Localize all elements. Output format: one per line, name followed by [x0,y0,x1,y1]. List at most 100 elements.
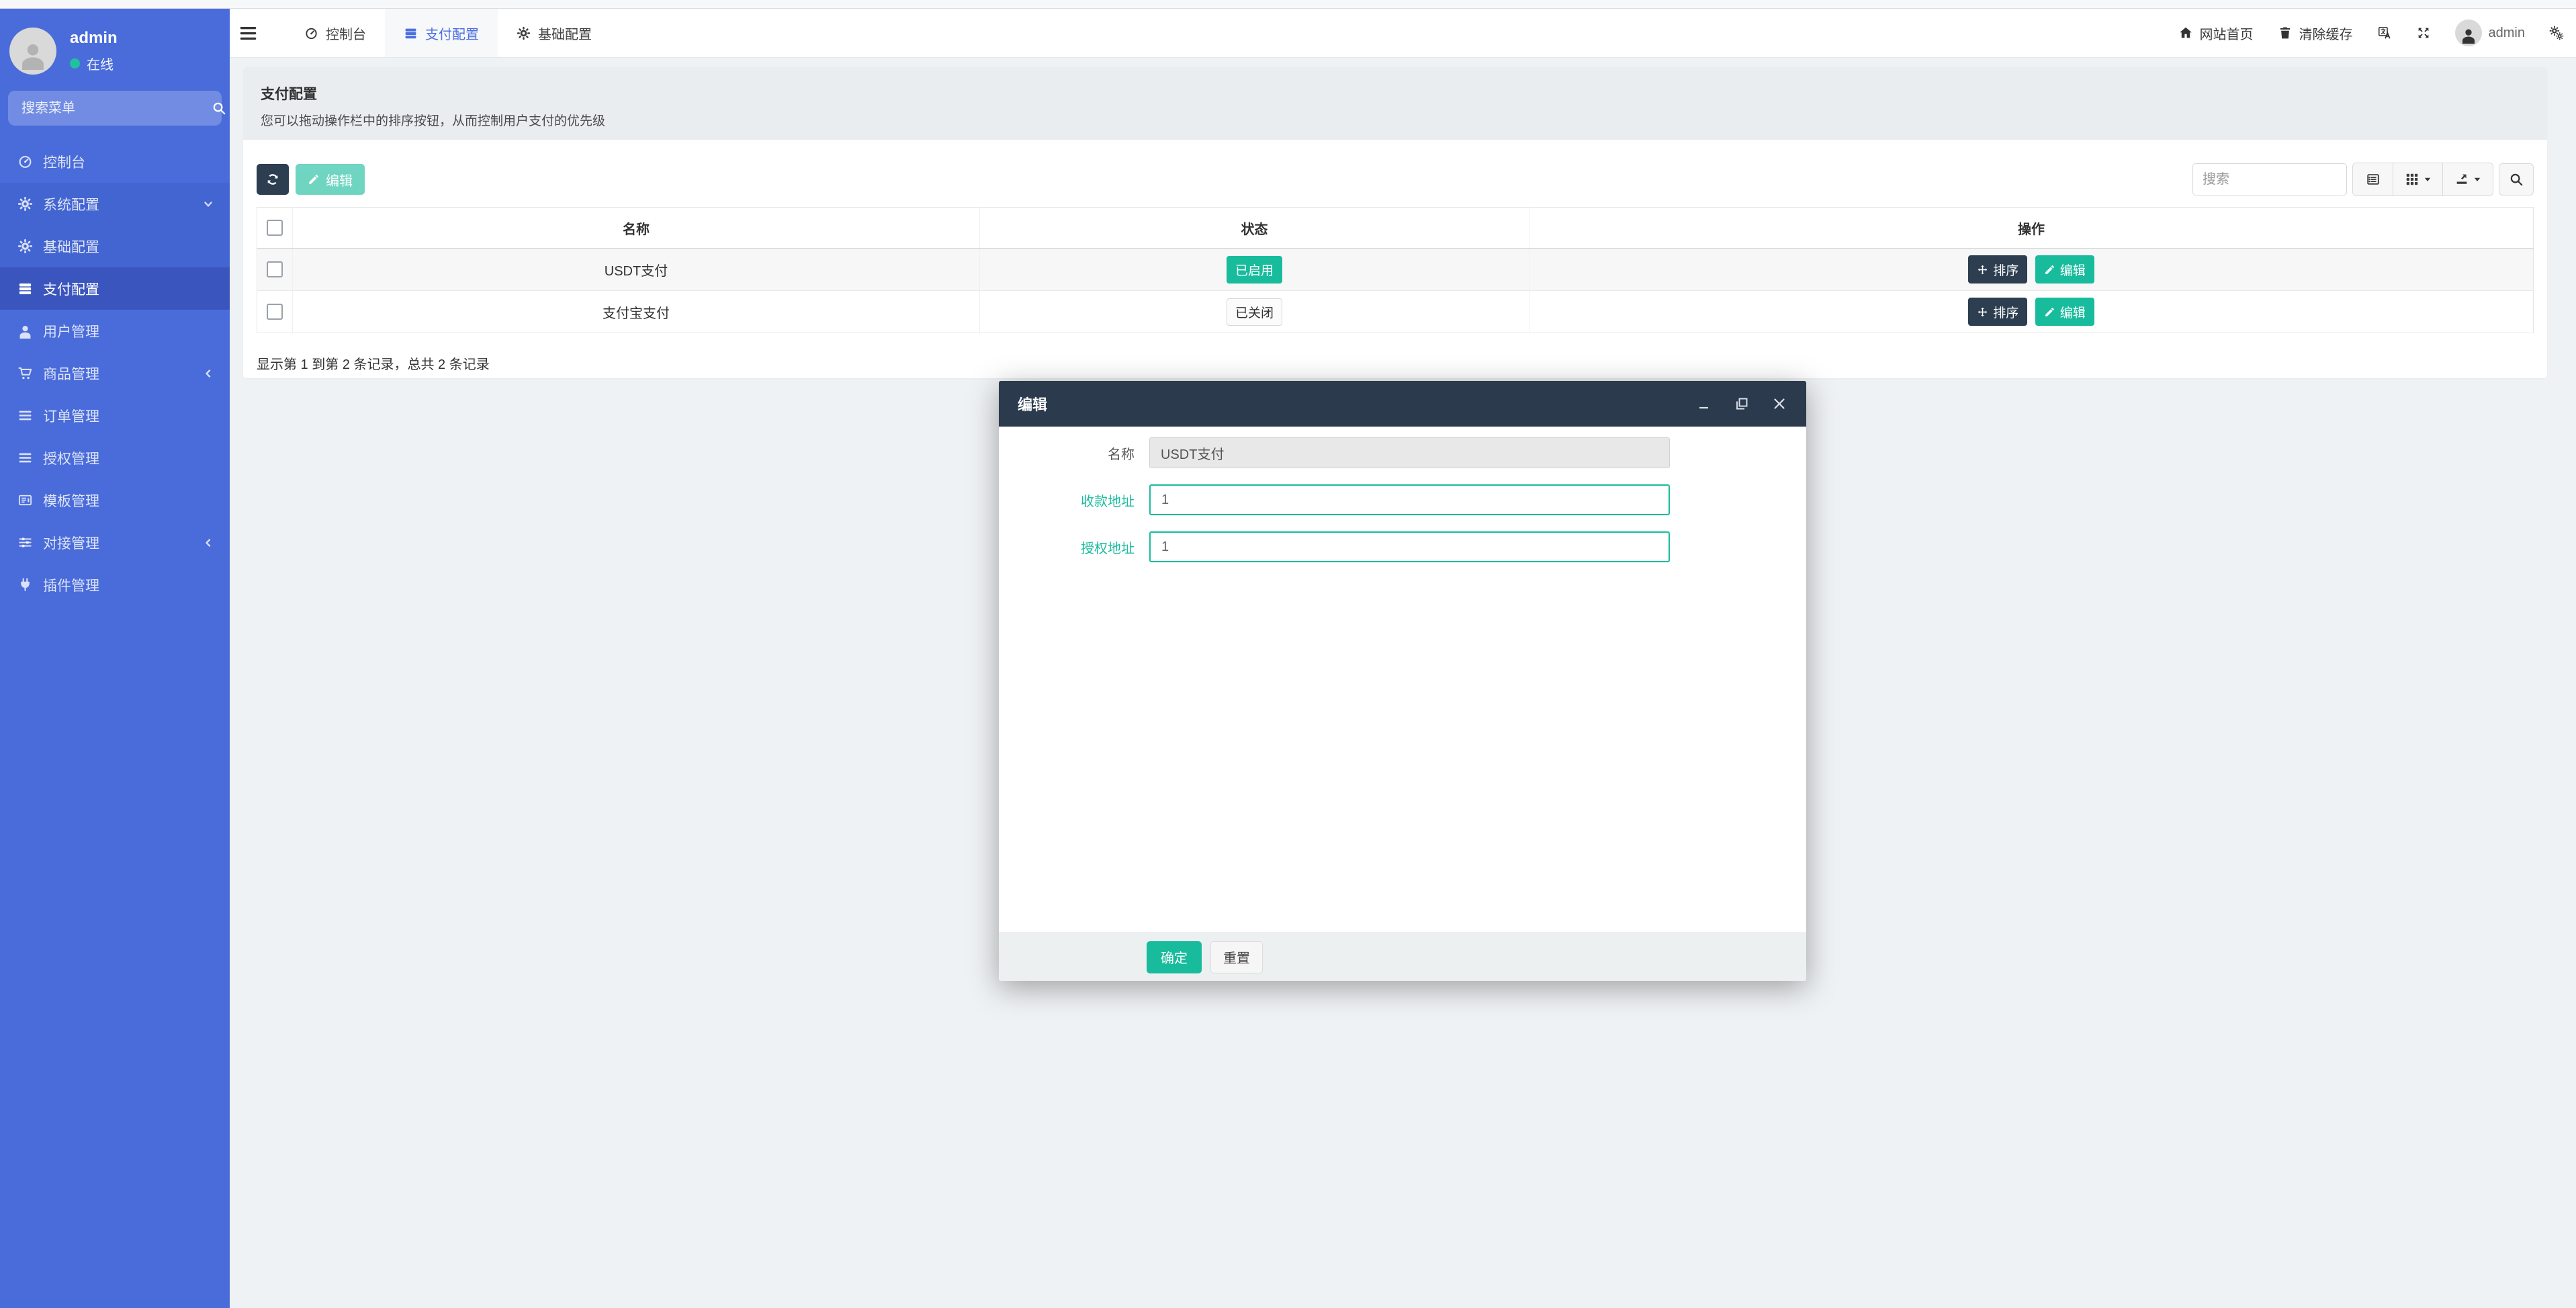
sidebar-item-auth-mgmt[interactable]: 授权管理 [0,437,230,479]
page-description: 您可以拖动操作栏中的排序按钮，从而控制用户支付的优先级 [261,114,606,128]
pencil-icon [2044,306,2055,318]
user-icon [17,323,33,339]
site-home-link[interactable]: 网站首页 [2178,24,2254,43]
search-icon[interactable] [212,101,226,116]
table-toolbar: 编辑 [257,163,2534,196]
dialog-body: 名称 收款地址 授权地址 [999,427,1806,562]
user-name: admin [70,28,118,47]
gear-icon [17,238,33,254]
search-icon [2509,172,2524,187]
table-tools [2192,163,2534,196]
status-badge-enabled[interactable]: 已启用 [1226,255,1282,284]
tab-console[interactable]: 控制台 [285,9,385,57]
sidebar-item-template-mgmt[interactable]: 模板管理 [0,479,230,521]
dialog-title: 编辑 [1018,396,1048,413]
sidebar-item-plugin-mgmt[interactable]: 插件管理 [0,564,230,606]
topbar: 控制台 支付配置 基础配置 网站首页 清除缓存 admin [230,9,2576,58]
sidebar-item-user-mgmt[interactable]: 用户管理 [0,310,230,352]
sidebar-toggle-button[interactable] [230,9,267,57]
sidebar-item-order-mgmt[interactable]: 订单管理 [0,394,230,437]
confirm-button[interactable]: 确定 [1147,941,1202,973]
receive-address-field[interactable] [1149,484,1670,515]
settings-menu-button[interactable] [2549,26,2564,40]
list-icon [17,408,33,423]
cell-name: 支付宝支付 [292,290,980,333]
dialog-header[interactable]: 编辑 [999,381,1806,427]
sort-button[interactable]: 排序 [1968,298,2028,326]
fullscreen-icon [2416,26,2431,40]
list-alt-icon [2366,172,2381,187]
export-icon [2454,172,2469,187]
detail-view-button[interactable] [2353,163,2393,195]
table-header-row: 名称 状态 操作 [257,207,2534,249]
name-field-label: 名称 [1108,447,1135,462]
user-avatar[interactable] [9,28,56,75]
window-top-strip [0,0,2576,9]
caret-down-icon [2473,175,2481,183]
table-search-input[interactable] [2192,163,2347,195]
reset-button[interactable]: 重置 [1210,941,1263,973]
status-badge-disabled[interactable]: 已关闭 [1226,298,1282,326]
sidebar-item-basic-config[interactable]: 基础配置 [0,225,230,267]
record-summary: 显示第 1 到第 2 条记录，总共 2 条记录 [257,357,490,372]
pencil-icon [308,173,320,185]
column-header-action: 操作 [1529,207,2534,249]
sidebar-item-system-config[interactable]: 系统配置 [0,183,230,225]
language-switch-button[interactable] [2377,26,2392,40]
edit-row-button[interactable]: 编辑 [2035,298,2094,326]
tab-basic-config[interactable]: 基础配置 [498,9,611,57]
sidebar-item-console[interactable]: 控制台 [0,140,230,183]
edit-row-button[interactable]: 编辑 [2035,255,2094,284]
payment-table: 名称 状态 操作 USDT支付 已启用 排序 编辑 支付宝支付 已关闭 排序 编… [257,207,2534,333]
close-icon[interactable] [1771,396,1787,412]
payment-config-panel: 支付配置 您可以拖动操作栏中的排序按钮，从而控制用户支付的优先级 编辑 搜索 名… [243,67,2547,378]
sidebar-user-panel: admin 在线 [0,9,230,75]
column-header-status: 状态 [979,207,1529,249]
name-field[interactable] [1149,437,1670,468]
avatar [2454,19,2482,46]
trash-icon [2278,26,2293,40]
topbar-user-menu[interactable]: admin [2454,19,2525,46]
refresh-button[interactable] [257,164,289,195]
row-checkbox[interactable] [267,304,283,320]
plug-icon [17,577,33,593]
chevron-left-icon [203,368,214,379]
person-icon [2460,26,2477,44]
dashboard-icon [304,26,318,40]
dialog-footer: 确定 重置 [999,932,1806,981]
sidebar-item-integration-mgmt[interactable]: 对接管理 [0,521,230,564]
move-icon [1977,306,1988,318]
sort-button[interactable]: 排序 [1968,255,2028,284]
dashboard-icon [17,154,33,169]
list-icon [17,450,33,466]
maximize-icon[interactable] [1734,396,1750,412]
row-checkbox[interactable] [267,261,283,277]
minimize-icon[interactable] [1696,396,1712,412]
select-all-checkbox[interactable] [267,220,283,236]
auth-address-field[interactable] [1149,531,1670,562]
edit-button-toolbar[interactable]: 编辑 [296,164,365,195]
gears-icon [2549,26,2564,40]
page-title: 支付配置 [261,87,317,102]
server-icon [404,26,418,40]
nav-tabs: 控制台 支付配置 基础配置 [285,9,611,57]
sidebar-item-payment-config[interactable]: 支付配置 [0,267,230,310]
caret-down-icon [2424,175,2432,183]
sidebar-item-goods-mgmt[interactable]: 商品管理 [0,352,230,394]
online-status-dot [70,58,80,69]
export-button[interactable] [2443,163,2493,195]
fullscreen-button[interactable] [2416,26,2431,40]
search-toggle-button[interactable] [2499,163,2534,195]
sidebar-search [8,91,222,126]
sidebar-menu: 控制台 系统配置 基础配置 支付配置 用户管理 商品管理 订单管理 授权管理 模… [0,140,230,606]
tab-payment-config[interactable]: 支付配置 [385,9,498,57]
sidebar-search-input[interactable] [8,100,199,116]
edit-dialog: 编辑 名称 收款地址 授权地址 确定 重置 [999,381,1806,981]
refresh-icon [265,172,280,187]
hamburger-icon [239,24,257,42]
sliders-icon [17,535,33,550]
clear-cache-link[interactable]: 清除缓存 [2278,24,2353,43]
form-row-receive-address: 收款地址 [999,484,1806,515]
gear-icon [517,26,531,40]
columns-button[interactable] [2393,163,2443,195]
